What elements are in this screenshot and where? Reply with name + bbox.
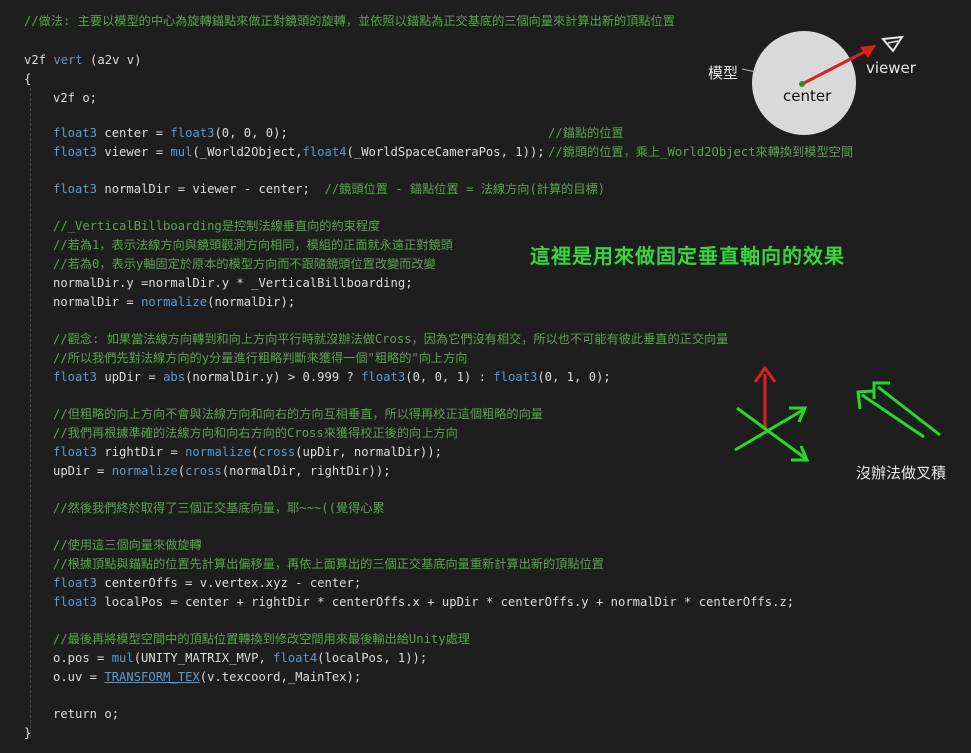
line-updir-2: upDir = normalize(cross(normalDir, right… [53, 464, 391, 478]
comment-concept-2: //所以我們先對法線方向的y分量進行粗略判斷來獲得一個"粗略的"向上方向 [53, 351, 468, 365]
line-normal: float3 normalDir = viewer - center; //鏡頭… [53, 182, 606, 196]
open-brace: { [24, 72, 32, 86]
no-cross-label: 沒辦法做叉積 [856, 464, 947, 482]
model-diagram [741, 31, 904, 135]
comment-intro: //做法: 主要以模型的中心為旋轉錨點來做正對鏡頭的旋轉，並依照以錨點為正交基底… [24, 14, 675, 28]
vertical-effect-annotation: 這裡是用來做固定垂直軸向的效果 [530, 244, 845, 268]
line-center: float3 center = float3(0, 0, 0); [53, 126, 288, 140]
comment-concept-1: //觀念: 如果當法線方向轉到和向上方向平行時就沒辦法做Cross，因為它們沒有… [53, 332, 729, 346]
line-rightdir: float3 rightDir = normalize(cross(upDir,… [53, 445, 442, 459]
line-opos: o.pos = mul(UNITY_MATRIX_MVP, float4(loc… [53, 651, 428, 665]
model-label: 模型 [708, 64, 739, 82]
comment-vb-1: //_VerticalBillboarding是控制法線垂直向的約束程度 [53, 219, 381, 233]
line-viewer: float3 viewer = mul(_World2Object,float4… [53, 145, 545, 159]
comment-use-1: //使用這三個向量來做旋轉 [53, 538, 202, 552]
comment-last: //最後再將模型空間中的頂點位置轉換到修改空間用來最後輸出給Unity處理 [53, 632, 470, 646]
line-normal-y: normalDir.y =normalDir.y * _VerticalBill… [53, 276, 413, 290]
comment-finally: //然後我們終於取得了三個正交基底向量，耶~~~((覺得心累 [53, 501, 385, 515]
camera-icon [881, 35, 904, 53]
line-updir: float3 upDir = abs(normalDir.y) > 0.999 … [53, 370, 611, 384]
center-label: center [783, 87, 832, 105]
axes-diagram [734, 365, 810, 462]
parallel-arrows-diagram [856, 381, 941, 439]
viewer-label: viewer [866, 59, 916, 77]
line-centeroffs: float3 centerOffs = v.vertex.xyz - cente… [53, 576, 362, 590]
comment-use-2: //根據頂點與錨點的位置先計算出偏移量，再依上面算出的三個正交基底向量重新計算出… [53, 557, 604, 571]
comment-vb-3: //若為0，表示y軸固定於原本的模型方向而不跟隨鏡頭位置改變而改變 [53, 257, 436, 271]
comment-rough-1: //但粗略的向上方向不會與法線方向和向右的方向互相垂直，所以得再校正這個粗略的向… [53, 407, 543, 421]
function-signature: v2f vert (a2v v) [24, 53, 142, 67]
comment-vb-2: //若為1，表示法線方向與鏡頭觀測方向相同，模組的正面就永遠正對鏡頭 [53, 238, 453, 252]
comment-center: //錨點的位置 [548, 126, 624, 140]
line-return: return o; [53, 707, 120, 721]
line-normalize: normalDir = normalize(normalDir); [53, 295, 296, 309]
close-brace: } [24, 726, 32, 740]
indent-guide [30, 88, 31, 738]
line-ouv: o.uv = TRANSFORM_TEX(v.texcoord,_MainTex… [53, 670, 362, 684]
decl-output: v2f o; [53, 91, 98, 105]
line-localpos: float3 localPos = center + rightDir * ce… [53, 595, 795, 609]
comment-viewer: //鏡頭的位置，乘上_World2Object來轉換到模型空間 [548, 145, 854, 159]
comment-rough-2: //我們再根據準確的法線方向和向右方向的Cross來獲得校正後的向上方向 [53, 426, 458, 440]
